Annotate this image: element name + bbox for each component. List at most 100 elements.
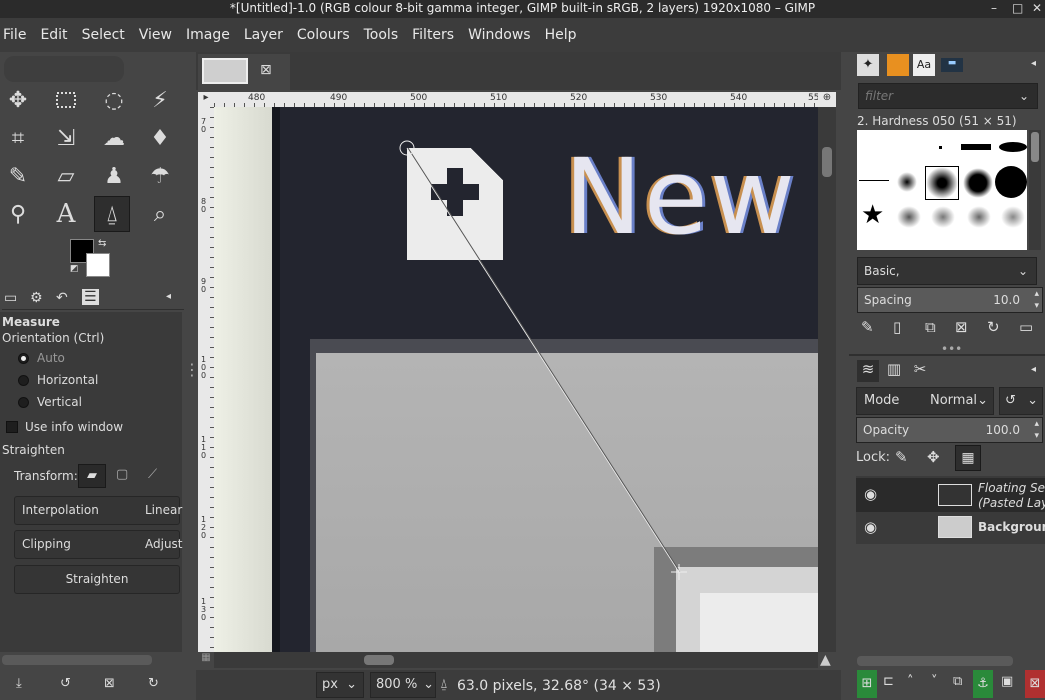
navigate-icon[interactable]: ▦ bbox=[198, 652, 214, 668]
quick-mask-corner[interactable]: ▸ bbox=[198, 92, 214, 107]
orientation-auto-radio[interactable] bbox=[18, 353, 29, 364]
new-layer-icon[interactable]: ⊞ bbox=[857, 670, 877, 698]
brush-item[interactable] bbox=[1001, 206, 1025, 228]
spinner-arrows-icon[interactable]: ▴ ▾ bbox=[1034, 288, 1039, 312]
menu-edit[interactable]: Edit bbox=[33, 18, 74, 52]
eye-icon[interactable]: ◉ bbox=[864, 485, 877, 503]
close-tab-icon[interactable]: ⊠ bbox=[260, 62, 272, 78]
menu-help[interactable]: Help bbox=[538, 18, 584, 52]
measure-icon[interactable]: ⍙ bbox=[94, 196, 130, 232]
edit-brush-icon[interactable]: ✎ bbox=[861, 318, 874, 336]
brushes-tab-icon[interactable]: ✦ bbox=[857, 54, 879, 76]
transform-selection-icon[interactable]: ▢ bbox=[116, 467, 128, 482]
gradients-tab-icon[interactable]: ▬ bbox=[941, 58, 963, 72]
spacing-spinner[interactable]: Spacing 10.0 ▴ ▾ bbox=[857, 287, 1043, 313]
layer-row[interactable]: ◉ Floating Sele (Pasted Laye bbox=[856, 478, 1045, 512]
configure-tab-icon[interactable]: ◂ bbox=[166, 291, 171, 302]
lock-alpha-icon[interactable]: ▦ bbox=[955, 445, 981, 471]
vertical-scrollbar-thumb[interactable] bbox=[822, 147, 832, 177]
lasso-icon[interactable]: ◌ bbox=[96, 82, 132, 118]
mask-layer-icon[interactable]: ▣ bbox=[1001, 674, 1013, 689]
menu-view[interactable]: View bbox=[132, 18, 179, 52]
menu-colours[interactable]: Colours bbox=[290, 18, 357, 52]
use-info-window-checkbox[interactable] bbox=[6, 421, 18, 433]
open-brush-folder-icon[interactable]: ▭ bbox=[1019, 318, 1033, 336]
interpolation-select[interactable]: Interpolation Linear bbox=[14, 496, 182, 525]
patterns-tab-icon[interactable] bbox=[887, 54, 909, 76]
images-tab-icon[interactable]: ☰ bbox=[82, 289, 99, 305]
menu-image[interactable]: Image bbox=[179, 18, 237, 52]
default-colors-icon[interactable]: ◩ bbox=[70, 264, 79, 274]
orientation-horizontal-radio[interactable] bbox=[18, 375, 29, 386]
horizontal-scrollbar[interactable] bbox=[214, 652, 818, 668]
duplicate-layer-icon[interactable]: ⧉ bbox=[953, 674, 962, 689]
close-icon[interactable]: ✕ bbox=[1032, 0, 1042, 17]
lock-pixels-icon[interactable]: ✎ bbox=[895, 448, 908, 466]
menu-tools[interactable]: Tools bbox=[357, 18, 406, 52]
menu-windows[interactable]: Windows bbox=[461, 18, 538, 52]
move-icon[interactable]: ✥ bbox=[0, 82, 36, 118]
device-status-tab-icon[interactable]: ⚙ bbox=[30, 290, 43, 306]
swap-colors-icon[interactable]: ⇆ bbox=[98, 238, 106, 249]
undo-history-tab-icon[interactable]: ↶ bbox=[56, 290, 68, 306]
duplicate-brush-icon[interactable]: ⧉ bbox=[925, 318, 936, 336]
paintbrush-icon[interactable]: ✎ bbox=[0, 158, 36, 194]
layers-scrollbar[interactable] bbox=[857, 656, 1013, 666]
restore-options-icon[interactable]: ↺ bbox=[60, 676, 71, 691]
new-layer-group-icon[interactable]: ⊏ bbox=[883, 674, 894, 689]
brush-item[interactable] bbox=[859, 180, 889, 181]
brush-item[interactable] bbox=[961, 144, 991, 150]
delete-options-icon[interactable]: ⊠ bbox=[104, 676, 115, 691]
brush-grid[interactable]: ★ bbox=[857, 130, 1027, 250]
menu-filters[interactable]: Filters bbox=[405, 18, 461, 52]
menu-layer[interactable]: Layer bbox=[237, 18, 290, 52]
layer-row[interactable]: ◉ Background bbox=[856, 514, 1045, 540]
spinner-arrows-icon[interactable]: ▴ ▾ bbox=[1034, 418, 1039, 442]
image-canvas[interactable]: New bbox=[214, 107, 818, 652]
horizontal-scrollbar-thumb[interactable] bbox=[364, 655, 394, 665]
reset-options-icon[interactable]: ↻ bbox=[148, 676, 159, 691]
delete-layer-icon[interactable]: ⊠ bbox=[1025, 670, 1045, 698]
image-tab[interactable]: ⊠ bbox=[198, 54, 290, 90]
brush-item[interactable] bbox=[995, 166, 1027, 198]
zoom-on-resize-icon[interactable]: ⊕ bbox=[818, 92, 836, 107]
warp-icon[interactable]: ☁ bbox=[96, 120, 132, 156]
unit-select[interactable]: px ⌄ bbox=[316, 672, 364, 698]
layer-mode-select[interactable]: Mode Normal ⌄ bbox=[856, 387, 994, 415]
brush-item[interactable] bbox=[897, 206, 921, 228]
configure-tab-icon[interactable]: ◂ bbox=[1031, 58, 1036, 69]
brush-item[interactable] bbox=[931, 206, 955, 228]
new-brush-icon[interactable]: ▯ bbox=[893, 318, 901, 336]
tool-options-tab-icon[interactable]: ▭ bbox=[4, 290, 17, 306]
straighten-button[interactable]: Straighten bbox=[14, 565, 180, 594]
fuzzy-select-icon[interactable]: ⚡ bbox=[142, 82, 178, 118]
menu-select[interactable]: Select bbox=[75, 18, 132, 52]
clipping-select[interactable]: Clipping Adjust bbox=[14, 530, 183, 559]
eye-icon[interactable]: ◉ bbox=[864, 518, 877, 536]
zoom-icon[interactable]: ⌕ bbox=[142, 196, 178, 232]
paths-tab-icon[interactable]: ✂ bbox=[909, 360, 931, 382]
brush-scrollbar-thumb[interactable] bbox=[1031, 132, 1039, 162]
refresh-brushes-icon[interactable]: ↻ bbox=[987, 318, 1000, 336]
transform-icon[interactable]: ⇲ bbox=[48, 120, 84, 156]
bucket-icon[interactable]: ♦ bbox=[142, 120, 178, 156]
brush-item-selected[interactable] bbox=[925, 166, 959, 200]
brush-item[interactable] bbox=[963, 168, 993, 198]
paths-icon[interactable]: ⚲ bbox=[0, 196, 36, 232]
zoom-select[interactable]: 800 % ⌄ bbox=[370, 672, 436, 698]
brush-scrollbar[interactable] bbox=[1029, 130, 1041, 250]
clone-icon[interactable]: ♟ bbox=[96, 158, 132, 194]
menu-file[interactable]: File bbox=[0, 18, 33, 52]
fonts-tab-icon[interactable]: Aa bbox=[913, 54, 935, 76]
options-scrollbar[interactable] bbox=[2, 655, 152, 665]
composite-mode-select[interactable]: ↺ ⌄ bbox=[999, 387, 1043, 415]
brush-filter-input[interactable]: filter ⌄ bbox=[858, 83, 1038, 109]
lower-layer-icon[interactable]: ˅ bbox=[931, 674, 938, 689]
anchor-layer-icon[interactable]: ⚓ bbox=[973, 670, 993, 698]
brush-item[interactable] bbox=[999, 142, 1027, 152]
layers-tab-icon[interactable]: ≋ bbox=[857, 360, 879, 382]
brush-item[interactable]: ★ bbox=[861, 200, 884, 230]
vertical-scrollbar[interactable] bbox=[818, 107, 836, 652]
background-color[interactable] bbox=[86, 253, 110, 277]
brush-item[interactable] bbox=[967, 206, 991, 228]
